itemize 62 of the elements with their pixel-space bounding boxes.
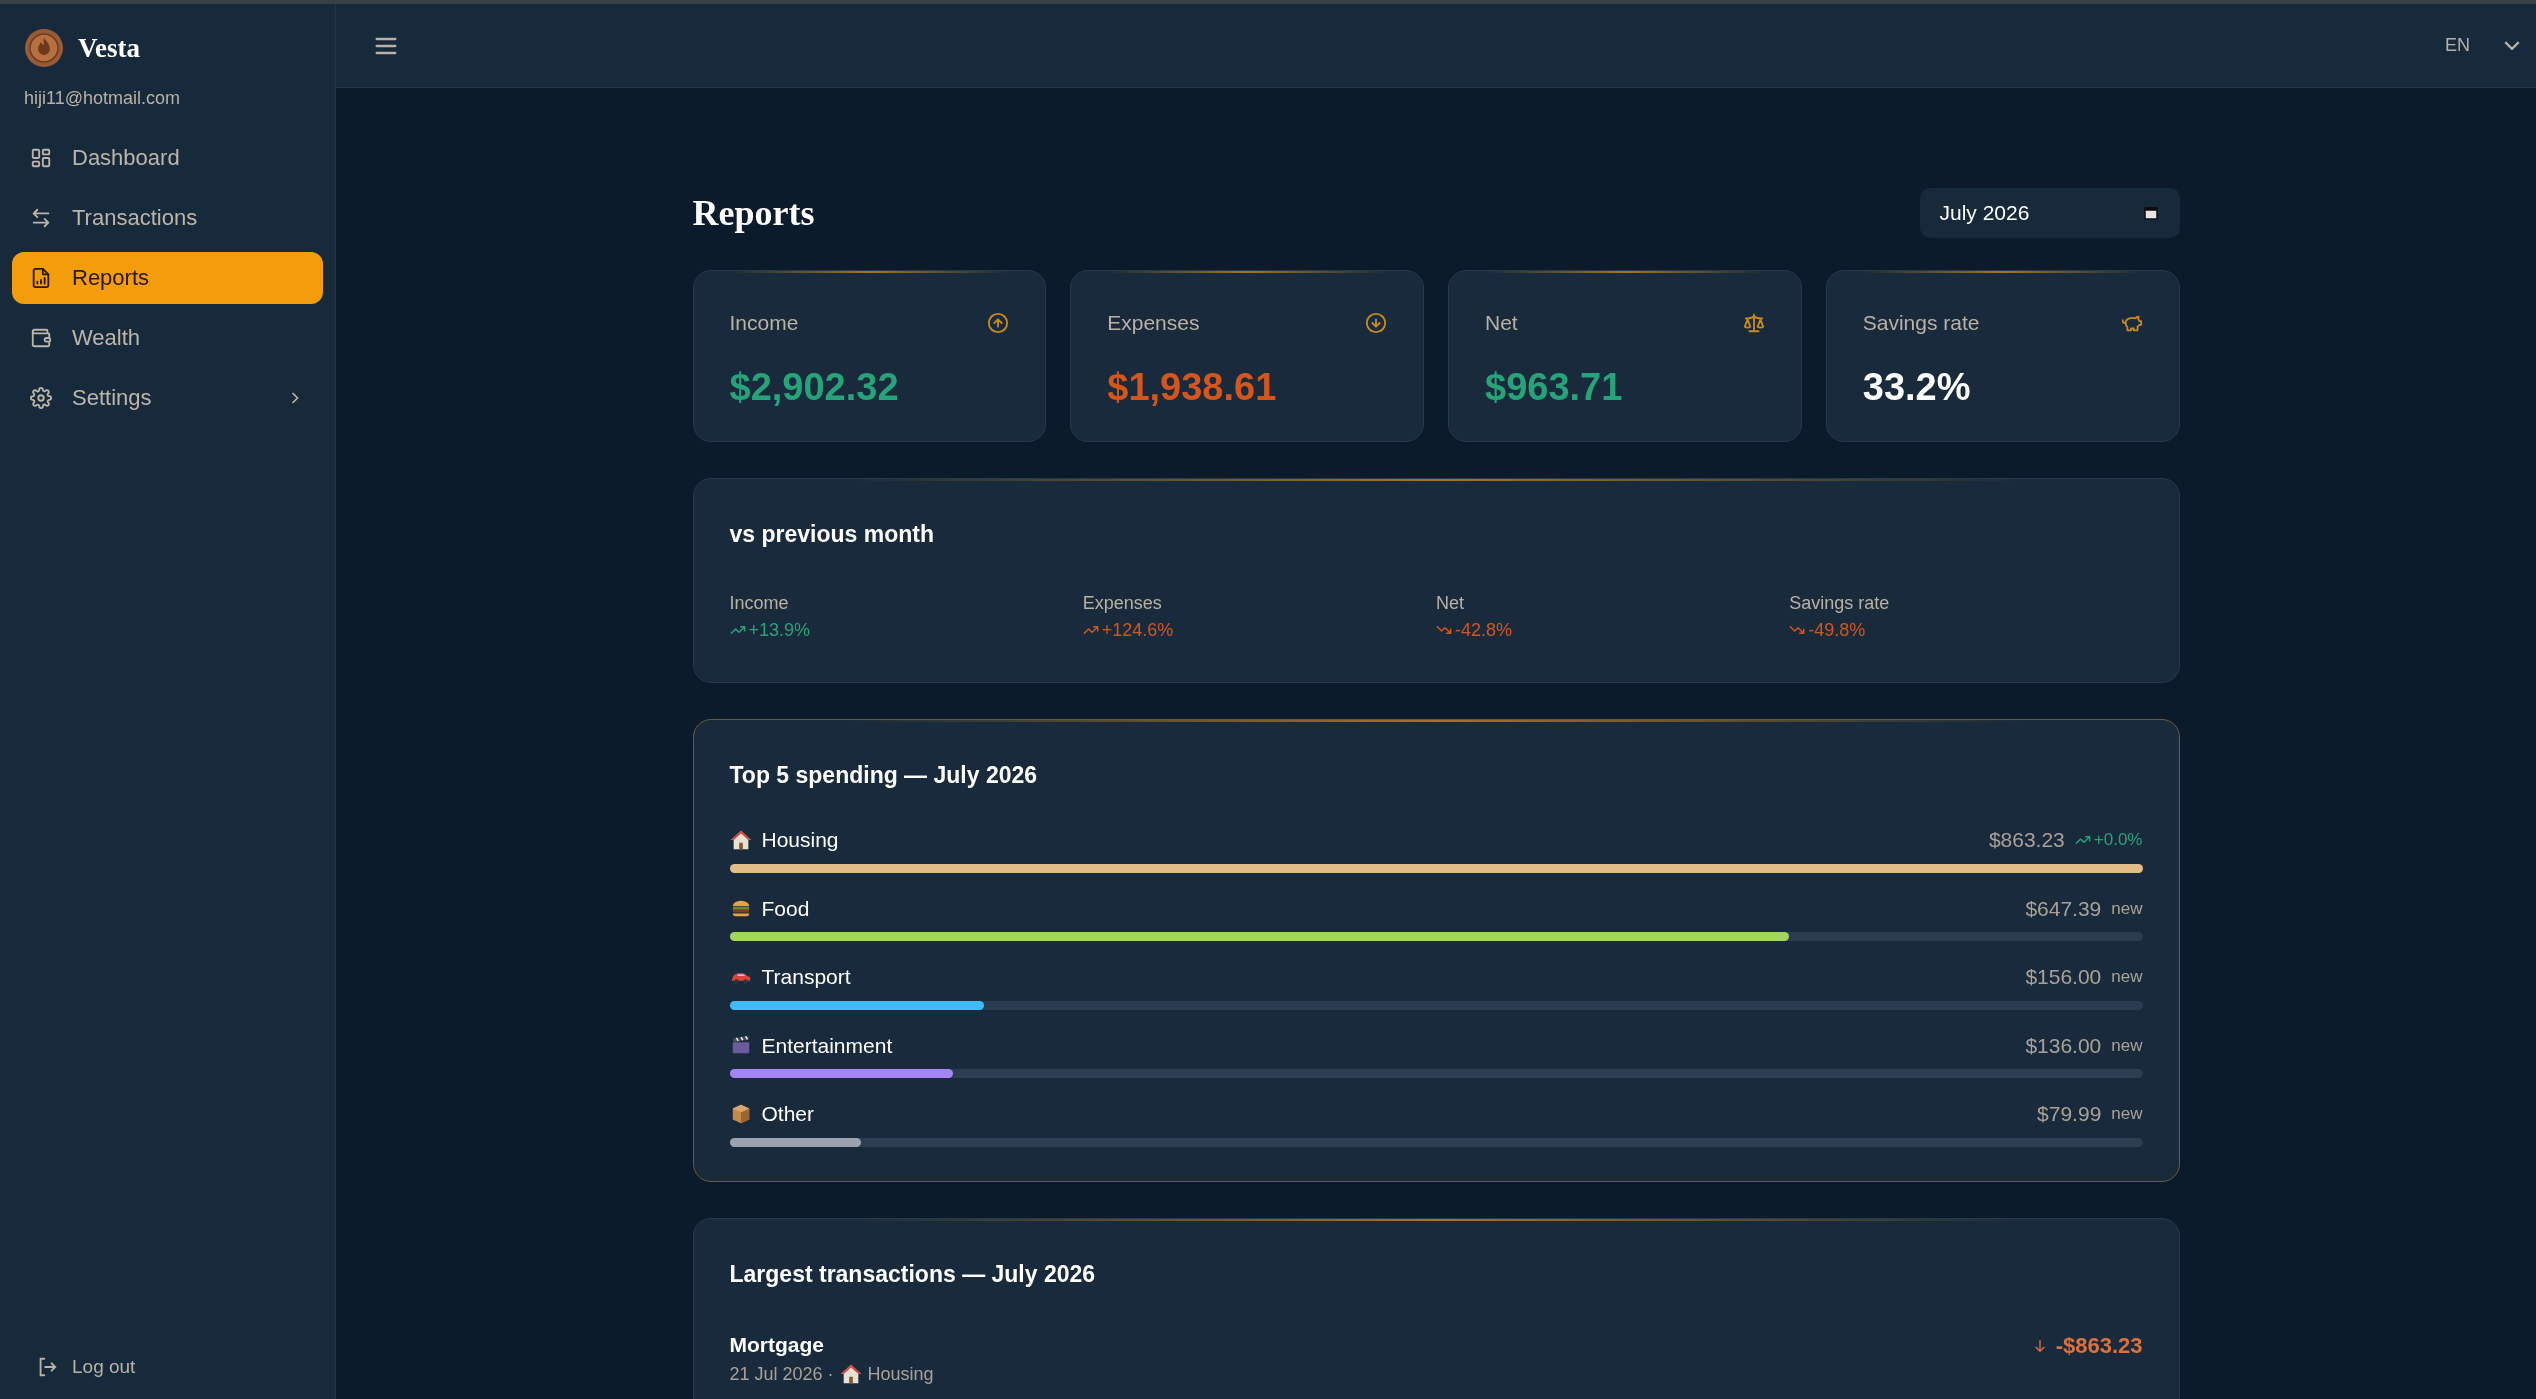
logo-icon	[24, 28, 64, 69]
card-label: Net	[1485, 310, 1518, 336]
logout-button[interactable]: Log out	[12, 1352, 323, 1381]
wallet-icon	[30, 326, 52, 349]
card-value: $2,902.32	[729, 364, 900, 410]
metric-delta: +13.9%	[748, 618, 811, 642]
brand-name: Vesta	[78, 32, 140, 65]
language-select[interactable]: EN	[2445, 32, 2520, 59]
grid-icon	[30, 146, 52, 169]
metric-label: Expenses	[1082, 591, 1163, 615]
category-amount: $863.23	[1988, 827, 2065, 853]
metric-delta: -42.8%	[1455, 618, 1513, 642]
chevron-down-icon	[2504, 41, 2520, 50]
new-label: new	[2111, 1034, 2143, 1057]
category-name: Transport	[761, 964, 852, 990]
settings-icon	[30, 386, 52, 409]
transaction-amount: -$863.23	[2055, 1332, 2143, 1360]
swap-arrows-icon	[30, 206, 52, 229]
nav-item[interactable]: Transactions	[12, 191, 323, 244]
arrow-down-circle-icon	[1365, 311, 1387, 334]
nav-item[interactable]: Reports	[12, 251, 323, 304]
month-picker[interactable]: July 2026	[1919, 188, 2180, 238]
new-label: new	[2111, 1103, 2143, 1125]
card-label: Savings rate	[1862, 310, 1980, 336]
user-email: hiji11@hotmail.com	[23, 86, 181, 110]
card-value: $1,938.61	[1107, 364, 1278, 410]
metric-delta: -49.8%	[1808, 618, 1866, 642]
card-label: Income	[729, 310, 799, 336]
transaction-category: Housing	[867, 1362, 934, 1386]
nav-item[interactable]: Dashboard	[12, 131, 323, 184]
metric-label: Income	[729, 591, 790, 615]
category-amount: $156.00	[2025, 964, 2102, 990]
metric-delta: +124.6%	[1101, 618, 1174, 642]
card-value: 33.2%	[1862, 364, 1972, 410]
card-value: $963.71	[1485, 364, 1624, 410]
calendar-icon	[2141, 204, 2160, 222]
category-name: Other	[761, 1101, 816, 1127]
section-title: Top 5 spending — July 2026	[729, 760, 1039, 790]
category-amount: $647.39	[2025, 895, 2102, 922]
report-icon	[30, 266, 52, 289]
nav-item[interactable]: Settings	[12, 371, 323, 424]
category-amount: $136.00	[2025, 1032, 2102, 1059]
metric-label: Savings rate	[1789, 591, 1891, 615]
nav-item[interactable]: Wealth	[12, 311, 323, 364]
category-name: Food	[761, 895, 811, 922]
card-label: Expenses	[1107, 310, 1200, 336]
section-title: vs previous month	[729, 520, 935, 549]
house-icon	[839, 1363, 862, 1385]
metric-label: Net	[1436, 591, 1465, 615]
transaction-date: 21 Jul 2026 ·	[729, 1362, 834, 1386]
house-icon	[729, 828, 752, 851]
change-percent: +0.0%	[2093, 829, 2143, 851]
transaction-name: Mortgage	[729, 1332, 825, 1358]
new-label: new	[2111, 966, 2143, 988]
category-name: Entertainment	[761, 1032, 894, 1059]
category-amount: $79.99	[2037, 1101, 2102, 1127]
new-label: new	[2111, 897, 2143, 920]
scale-icon	[1742, 311, 1765, 334]
page-title: Reports	[692, 192, 815, 235]
category-name: Housing	[761, 827, 840, 853]
section-title: Largest transactions — July 2026	[729, 1259, 1097, 1289]
arrow-up-circle-icon	[987, 311, 1010, 334]
